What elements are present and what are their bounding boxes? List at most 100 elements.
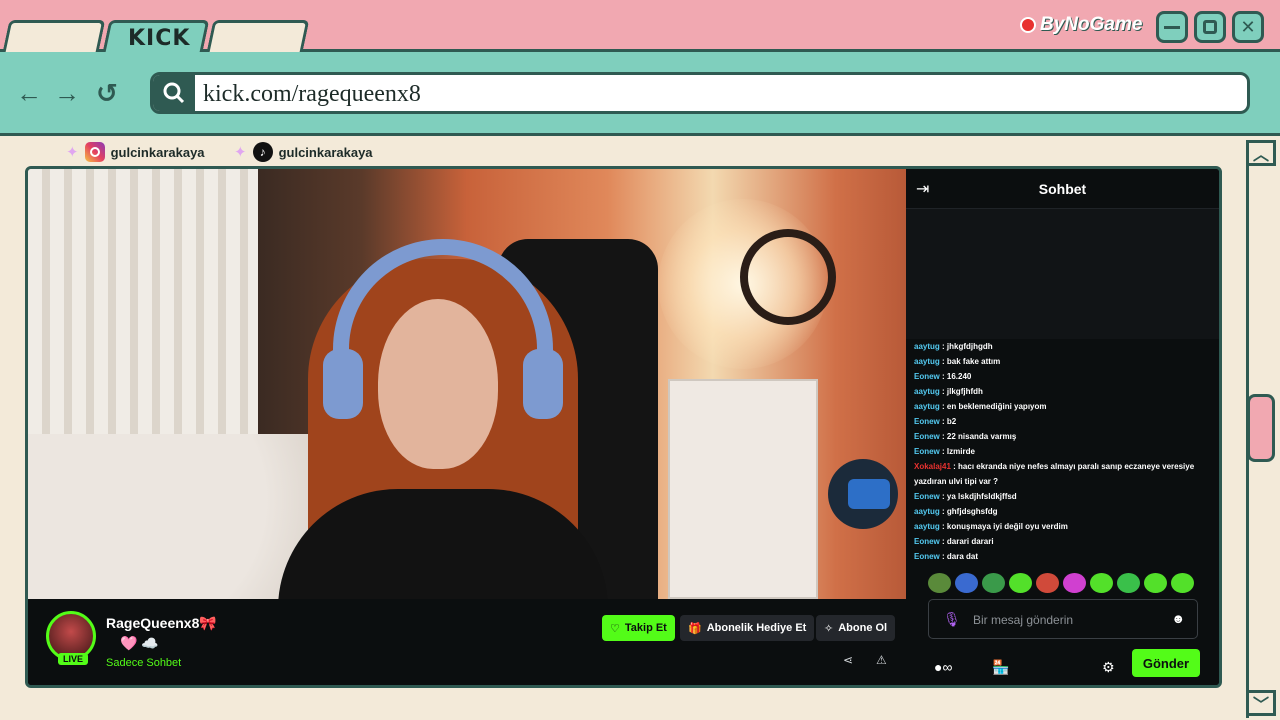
social-tiktok[interactable]: ✦ ♪ gulcinkarakaya — [234, 140, 373, 164]
url-text: kick.com/ragequeenx8 — [203, 81, 421, 107]
chat-username[interactable]: aaytug — [914, 522, 940, 531]
chat-message: Eonew : b2 — [914, 417, 957, 426]
minimize-button[interactable] — [1156, 11, 1188, 43]
tab-inactive-2[interactable] — [206, 20, 310, 52]
chat-text: ghfjdsghsfdg — [946, 507, 998, 516]
chat-message: Eonew : 22 nisanda varmış — [914, 432, 1017, 441]
chat-text: darari darari — [946, 537, 994, 546]
gift-sub-button[interactable]: 🎁 Abonelik Hediye Et — [680, 615, 815, 641]
tab-inactive-1[interactable] — [2, 20, 106, 52]
chevron-down-icon: ﹀ — [1252, 697, 1269, 714]
close-button[interactable]: ✕ — [1232, 11, 1264, 43]
chat-username[interactable]: Eonew — [914, 447, 940, 456]
chat-text: dara dat — [946, 552, 979, 561]
store-icon[interactable]: 🏪 — [992, 659, 1009, 676]
streamer-badges: 🩷 ☁️ — [120, 635, 159, 651]
chat-username[interactable]: Eonew — [914, 492, 940, 501]
emote-bar — [928, 573, 1198, 595]
chat-text: 16.240 — [946, 372, 972, 381]
chat-text: en beklemediğini yapıyom — [946, 402, 1047, 411]
chat-input[interactable] — [973, 610, 1163, 630]
headset-icon — [333, 239, 553, 399]
chat-username[interactable]: aaytug — [914, 357, 940, 366]
gift-icon: 🎁 — [688, 622, 702, 635]
reload-icon[interactable]: ↺ — [96, 80, 118, 106]
subscribe-button[interactable]: ✧ Abone Ol — [816, 615, 896, 641]
emote-icon[interactable] — [1144, 573, 1167, 593]
share-icon[interactable]: ⋖ — [843, 653, 853, 667]
chat-message: aaytug : konuşmaya iyi değil oyu verdim — [914, 522, 1068, 531]
settings-icon[interactable]: ⚙ — [1102, 659, 1115, 676]
chat-username[interactable]: aaytug — [914, 402, 940, 411]
maximize-button[interactable] — [1194, 11, 1226, 43]
chat-header: ⇥ Sohbet — [906, 169, 1219, 209]
star-icon: ✧ — [824, 622, 834, 635]
chat-message: Xokalaj41 : hacı ekranda niye nefes alma… — [914, 462, 1195, 486]
back-icon[interactable]: ← — [16, 80, 42, 106]
close-icon: ✕ — [1240, 16, 1256, 37]
streamer-name[interactable]: RageQueenx8🎀 — [106, 615, 217, 632]
chat-pinned-area — [906, 209, 1219, 339]
chat-username[interactable]: Eonew — [914, 432, 940, 441]
chat-message: Eonew : Izmirde — [914, 447, 975, 456]
emote-icon[interactable] — [982, 573, 1005, 593]
chat-username[interactable]: Eonew — [914, 552, 940, 561]
chat-text: jlkgfjhfdh — [946, 387, 983, 396]
chat-username[interactable]: aaytug — [914, 342, 940, 351]
chat-message: aaytug : jhkgfdjhgdh — [914, 342, 993, 351]
chat-text: ya lskdjhfsldkjffsd — [946, 492, 1017, 501]
emote-icon[interactable] — [1036, 573, 1059, 593]
chat-text: Izmirde — [946, 447, 975, 456]
headset-ear-right — [523, 349, 563, 419]
chevron-up-icon: ︿ — [1252, 147, 1269, 164]
headset-ear-left — [323, 349, 363, 419]
emoji-icon[interactable]: ☻ — [1171, 611, 1185, 626]
live-badge: LIVE — [58, 653, 89, 665]
emote-icon[interactable] — [1171, 573, 1194, 593]
chat-username[interactable]: Xokalaj41 — [914, 462, 951, 471]
points-icon[interactable]: ●∞ — [934, 659, 952, 675]
scroll-up-button[interactable]: ︿ — [1246, 140, 1276, 166]
video-player[interactable] — [28, 169, 906, 599]
scroll-down-button[interactable]: ﹀ — [1246, 690, 1276, 716]
instagram-icon — [84, 142, 105, 162]
subscribe-label: Abone Ol — [838, 622, 888, 634]
emote-icon[interactable] — [955, 573, 978, 593]
chat-panel: ⇥ Sohbet aaytug : jhkgfdjhgdh aaytug : ba… — [906, 169, 1219, 685]
chat-input-box[interactable]: 🎙 ☻ — [928, 599, 1198, 639]
sparkle-icon: ✦ — [234, 144, 247, 161]
chat-text: jhkgfdjhgdh — [946, 342, 993, 351]
chat-message: Eonew : ya lskdjhfsldkjffsd — [914, 492, 1017, 501]
video-scene-shelf — [668, 379, 818, 599]
social-instagram[interactable]: ✦ gulcinkarakaya — [66, 140, 205, 164]
follow-button[interactable]: ♡ Takip Et — [602, 615, 675, 641]
brand-icon — [1020, 17, 1036, 33]
address-bar[interactable]: kick.com/ragequeenx8 — [150, 72, 1250, 114]
emote-icon[interactable] — [1063, 573, 1086, 593]
chat-username[interactable]: aaytug — [914, 507, 940, 516]
nav-bar: ← → ↺ kick.com/ragequeenx8 — [0, 52, 1280, 136]
stream-category[interactable]: Sadece Sohbet — [106, 657, 181, 669]
report-icon[interactable]: ⚠ — [876, 653, 887, 667]
minimize-icon — [1164, 25, 1180, 29]
emote-icon[interactable] — [1090, 573, 1113, 593]
forward-icon[interactable]: → — [54, 80, 80, 106]
chat-message: aaytug : bak fake attım — [914, 357, 1001, 366]
chat-message: aaytug : en beklemediğini yapıyom — [914, 402, 1047, 411]
chat-username[interactable]: Eonew — [914, 417, 940, 426]
chat-username[interactable]: Eonew — [914, 372, 940, 381]
heart-icon: ♡ — [610, 622, 620, 635]
gift-label: Abonelik Hediye Et — [706, 622, 807, 634]
send-button[interactable]: Gönder — [1132, 649, 1200, 677]
scrollbar-thumb[interactable] — [1247, 394, 1275, 462]
emote-icon[interactable] — [1117, 573, 1140, 593]
emote-icon[interactable] — [1009, 573, 1032, 593]
chat-username[interactable]: Eonew — [914, 537, 940, 546]
sparkle-icon: ✦ — [66, 144, 79, 161]
microphone-icon[interactable]: 🎙 — [943, 611, 961, 628]
stream-info-bar: LIVE RageQueenx8🎀 🩷 ☁️ Sadece Sohbet ♡ T… — [28, 599, 906, 685]
title-bar: KICK ByNoGame ✕ — [0, 0, 1280, 52]
emote-icon[interactable] — [928, 573, 951, 593]
tiktok-icon: ♪ — [252, 142, 273, 162]
chat-username[interactable]: aaytug — [914, 387, 940, 396]
